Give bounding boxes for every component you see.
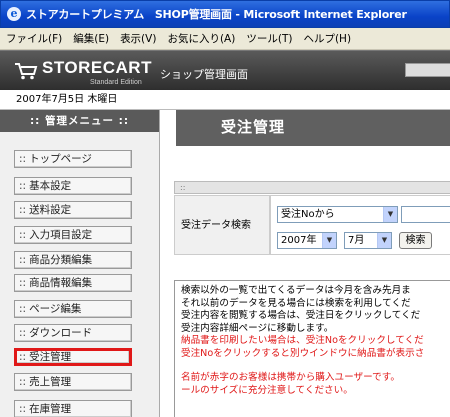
search-type-select[interactable]: 受注Noから ▼ bbox=[277, 206, 398, 223]
notice-red-line: 名前が赤字のお客様は携帯から購入ユーザーです。 bbox=[181, 372, 400, 383]
logo-text: STORECART bbox=[42, 58, 152, 77]
sidebar-item-dots: :: bbox=[19, 303, 27, 315]
sidebar-item[interactable]: :: 商品情報編集 bbox=[14, 274, 132, 292]
page-title: 受注管理 bbox=[176, 110, 450, 146]
search-button[interactable]: 検索 bbox=[399, 232, 432, 249]
notice-red-line: 受注Noをクリックすると別ウインドウに納品書が表示さ bbox=[181, 347, 425, 359]
chevron-down-icon: ▼ bbox=[322, 233, 336, 248]
sidebar-item-label: 商品分類編集 bbox=[29, 254, 93, 266]
sidebar-item[interactable]: :: 送料設定 bbox=[14, 201, 132, 219]
notice-line: 受注内容詳細ページに移動します。 bbox=[181, 322, 334, 334]
sidebar-item-dots: :: bbox=[19, 153, 27, 165]
sidebar-item-label: 基本設定 bbox=[29, 180, 72, 192]
month-select[interactable]: 7月 ▼ bbox=[344, 232, 392, 249]
menu-bar: ファイル(F) 編集(E) 表示(V) お気に入り(A) ツール(T) ヘルプ(… bbox=[0, 28, 450, 50]
sidebar-item-label: 送料設定 bbox=[29, 204, 72, 216]
sidebar-item-dots: :: bbox=[19, 351, 27, 363]
sidebar-item-dots: :: bbox=[19, 403, 27, 415]
search-input[interactable] bbox=[401, 206, 450, 223]
sidebar-item[interactable]: :: 在庫管理 bbox=[14, 400, 132, 417]
month-value: 7月 bbox=[348, 235, 365, 246]
sidebar-item-label: トップページ bbox=[29, 153, 92, 165]
notice-line: 受注内容を閲覧する場合は、受注日をクリックしてくだ bbox=[181, 310, 421, 321]
site-header: STORECART Standard Edition ショップ管理画面 bbox=[0, 50, 450, 90]
menu-favorites[interactable]: お気に入り(A) bbox=[167, 31, 235, 46]
logo-subtitle: Standard Edition bbox=[90, 79, 142, 86]
window-title: ストアカートプレミアム SHOP管理画面 - Microsoft Interne… bbox=[26, 8, 407, 21]
sidebar-item-dots: :: bbox=[19, 277, 27, 289]
sidebar-item-dots: :: bbox=[19, 327, 27, 339]
sidebar-item-dots: :: bbox=[19, 376, 27, 388]
sidebar-item-label: ダウンロード bbox=[29, 327, 93, 339]
sidebar-item[interactable]: :: ダウンロード bbox=[14, 324, 132, 342]
menu-file[interactable]: ファイル(F) bbox=[6, 31, 62, 46]
current-date: 2007年7月5日 木曜日 bbox=[0, 90, 450, 110]
header-field[interactable] bbox=[405, 63, 450, 77]
notice-line: 検索以外の一覧で出てくるデータは今月を含み先月ま bbox=[181, 285, 411, 296]
internet-explorer-icon: e bbox=[7, 7, 21, 21]
year-value: 2007年 bbox=[281, 235, 317, 246]
sidebar-item[interactable]: :: 基本設定 bbox=[14, 177, 132, 195]
sidebar-item-dots: :: bbox=[19, 204, 27, 216]
sidebar-title: :: 管理メニュー :: bbox=[0, 110, 159, 132]
sidebar-item[interactable]: :: トップページ bbox=[14, 150, 132, 168]
sidebar-item-dots: :: bbox=[19, 254, 27, 266]
menu-view[interactable]: 表示(V) bbox=[120, 31, 156, 46]
chevron-down-icon: ▼ bbox=[383, 207, 397, 222]
menu-edit[interactable]: 編集(E) bbox=[73, 31, 109, 46]
sidebar-item[interactable]: :: ページ編集 bbox=[14, 300, 132, 318]
sidebar-item-label: 受注管理 bbox=[29, 351, 72, 363]
chevron-down-icon: ▼ bbox=[377, 233, 391, 248]
menu-tools[interactable]: ツール(T) bbox=[246, 31, 292, 46]
sidebar-item-label: 在庫管理 bbox=[29, 403, 72, 415]
sidebar-item-label: 商品情報編集 bbox=[29, 277, 93, 289]
sidebar-item-label: ページ編集 bbox=[29, 303, 82, 315]
sidebar-item[interactable]: :: 売上管理 bbox=[14, 373, 132, 391]
header-title: ショップ管理画面 bbox=[160, 68, 248, 81]
sidebar-item[interactable]: :: 受注管理 bbox=[14, 348, 132, 366]
sidebar: :: 管理メニュー :: :: トップページ:: 基本設定:: 送料設定:: 入力項目設… bbox=[0, 110, 160, 417]
sidebar-item[interactable]: :: 商品分類編集 bbox=[14, 251, 132, 269]
sidebar-item-label: 売上管理 bbox=[29, 376, 72, 388]
window-title-bar[interactable]: e ストアカートプレミアム SHOP管理画面 - Microsoft Inter… bbox=[0, 0, 450, 28]
search-label: 受注データ検索 bbox=[174, 195, 270, 255]
sidebar-item-dots: :: bbox=[19, 180, 27, 192]
sidebar-item-label: 入力項目設定 bbox=[29, 229, 93, 241]
search-area: 受注Noから ▼ 2007年 ▼ 7月 ▼ 検索 bbox=[270, 195, 450, 255]
year-select[interactable]: 2007年 ▼ bbox=[277, 232, 337, 249]
notice-red-line: ールのサイズに充分注意してください。 bbox=[181, 384, 353, 396]
sidebar-item[interactable]: :: 入力項目設定 bbox=[14, 226, 132, 244]
sidebar-item-dots: :: bbox=[19, 229, 27, 241]
section-bar: :: bbox=[174, 181, 450, 194]
notice-line: それ以前のデータを見る場合には検索を利用してくだ bbox=[181, 297, 411, 309]
search-type-value: 受注Noから bbox=[281, 209, 335, 220]
shopping-cart-icon bbox=[15, 63, 38, 80]
menu-help[interactable]: ヘルプ(H) bbox=[303, 31, 351, 46]
main-content: 受注管理 :: 受注データ検索 受注Noから ▼ 2007年 ▼ 7月 ▼ 検索… bbox=[161, 110, 450, 417]
notice-red-line: 納品書を印刷したい場合は、受注Noをクリックしてくだ bbox=[181, 335, 424, 346]
notice-box: 検索以外の一覧で出てくるデータは今月を含み先月ま それ以前のデータを見る場合には… bbox=[174, 280, 450, 417]
